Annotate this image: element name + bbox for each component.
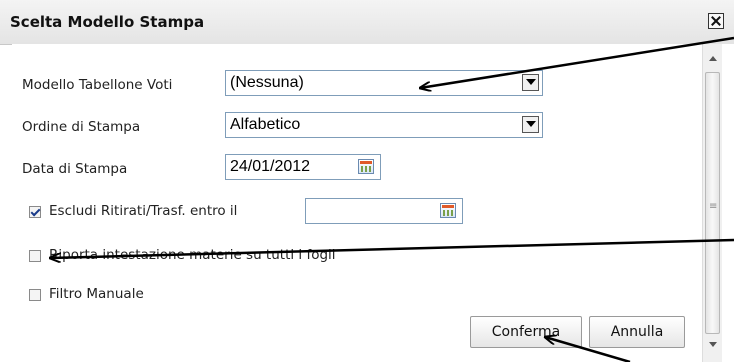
annotation-arrow-2 xyxy=(50,238,734,258)
print-model-dialog: Scelta Modello Stampa Modello Tabellone … xyxy=(0,0,734,362)
annotation-arrows xyxy=(0,36,734,362)
annotation-arrow-3 xyxy=(545,337,631,362)
annotation-arrow-1 xyxy=(420,36,734,88)
